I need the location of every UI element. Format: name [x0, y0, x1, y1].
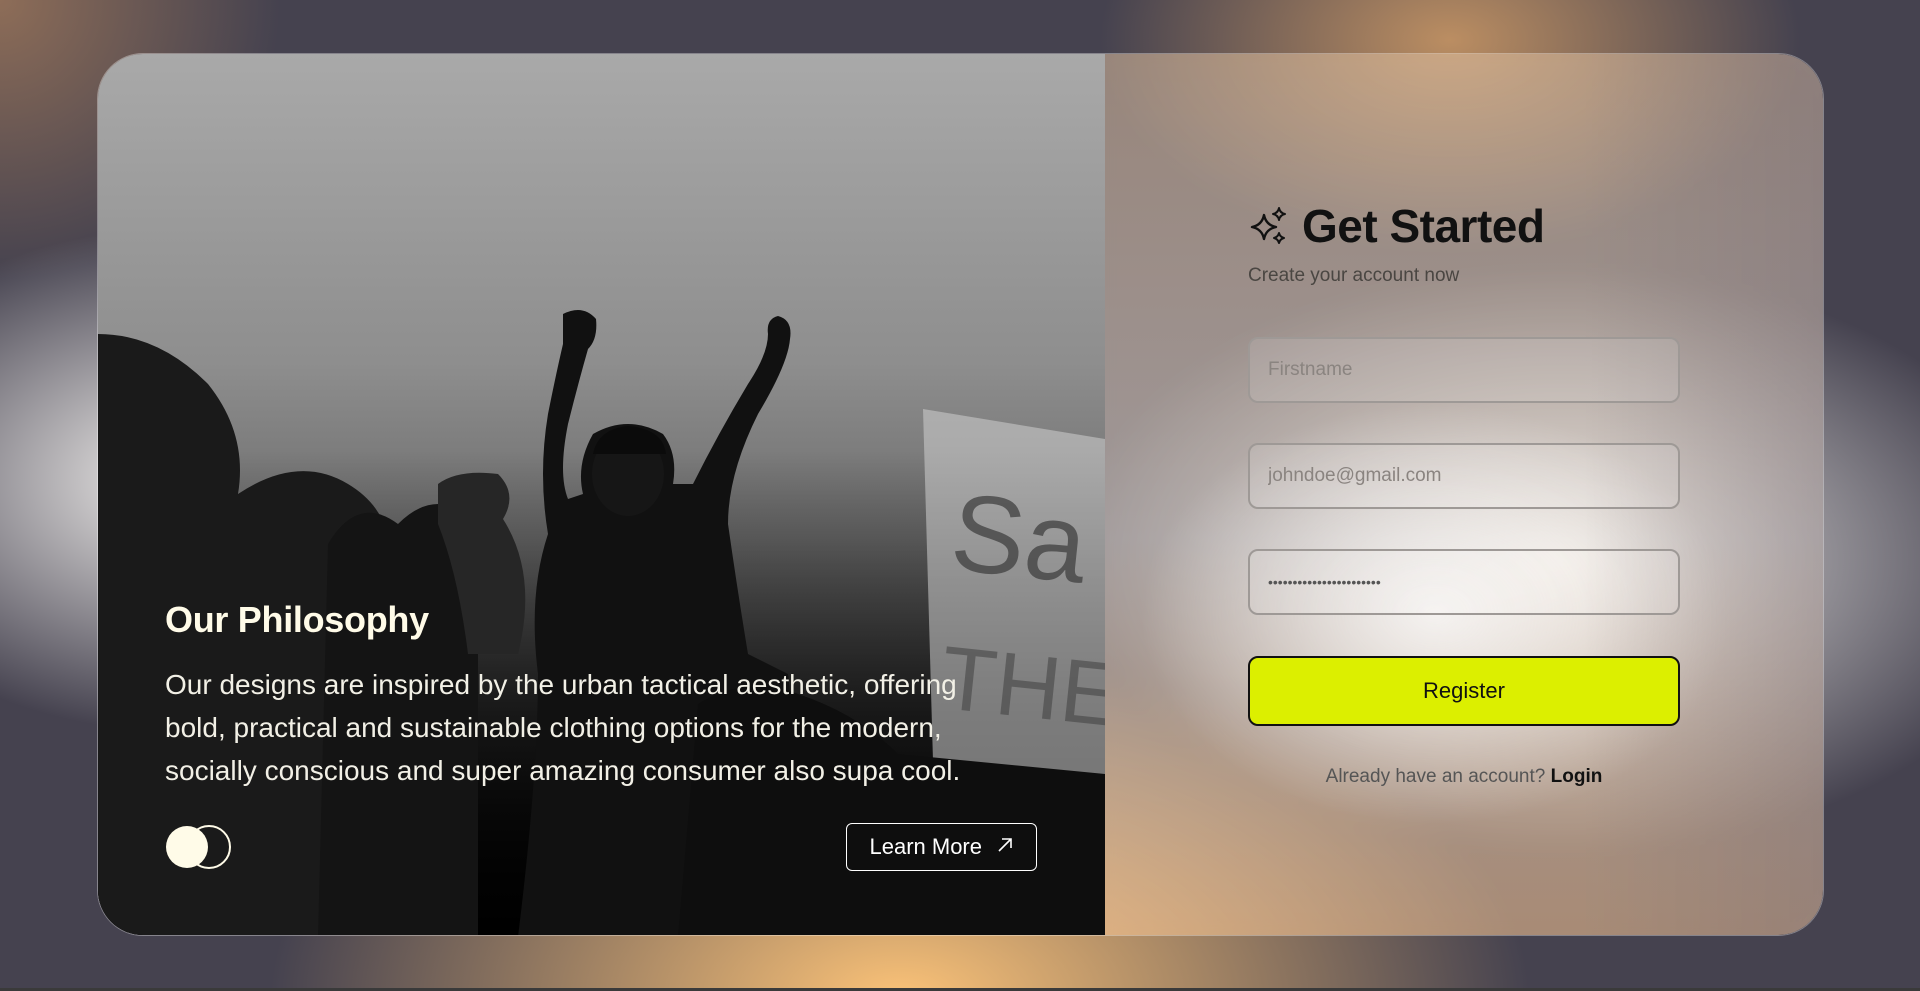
form-title: Get Started	[1302, 200, 1545, 252]
protest-photo: Sa Y THER	[98, 310, 1105, 935]
login-prompt: Already have an account?	[1325, 766, 1546, 787]
form-subtitle: Create your account now	[1248, 265, 1460, 286]
learn-more-label: Learn More	[869, 834, 982, 859]
email-field[interactable]	[1248, 443, 1680, 509]
register-form: Get Started Create your account now Regi…	[1248, 199, 1680, 788]
philosophy-content: Our Philosophy Our designs are inspired …	[165, 599, 1045, 792]
overlapping-circles-logo	[165, 824, 233, 870]
arrow-up-right-icon	[996, 834, 1014, 860]
learn-more-button[interactable]: Learn More	[846, 823, 1037, 871]
philosophy-title: Our Philosophy	[165, 599, 429, 640]
register-panel: Get Started Create your account now Regi…	[1105, 54, 1823, 935]
philosophy-body: Our designs are inspired by the urban ta…	[165, 669, 961, 786]
form-heading: Get Started	[1248, 199, 1680, 253]
login-link[interactable]: Login	[1551, 766, 1603, 787]
password-field[interactable]	[1248, 549, 1680, 615]
philosophy-footer: Learn More	[165, 823, 1037, 871]
firstname-field[interactable]	[1248, 337, 1680, 403]
login-prompt-line: Already have an account? Login	[1248, 766, 1680, 788]
philosophy-panel: Sa Y THER Our Philosophy Our designs are…	[98, 54, 1105, 935]
sparkles-icon	[1248, 205, 1290, 247]
register-button[interactable]: Register	[1248, 656, 1680, 726]
auth-card: Sa Y THER Our Philosophy Our designs are…	[97, 53, 1824, 936]
